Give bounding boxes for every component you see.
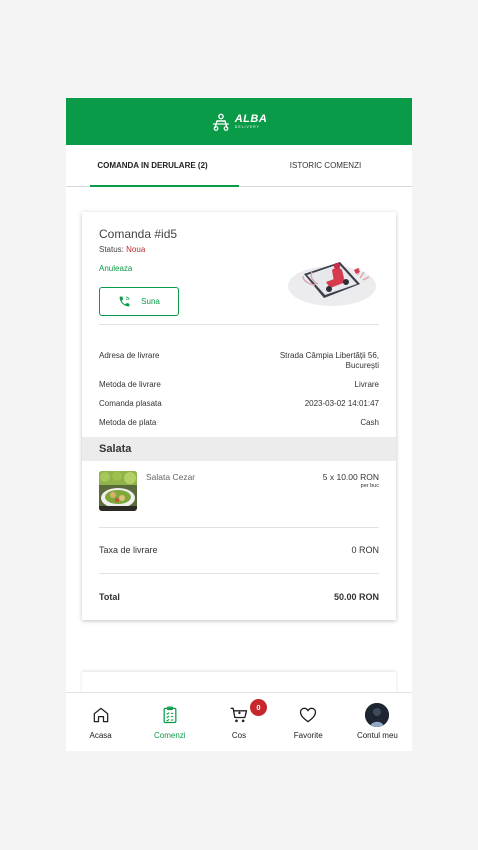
app-screen: ALBA DELIVERY COMANDA IN DERULARE (2) IS…	[66, 98, 412, 751]
product-unit: per buc	[360, 483, 379, 489]
total-label: Total	[99, 592, 120, 602]
order-placed-row: Comanda plasata 2023-03-02 14:01:47	[99, 399, 379, 408]
order-card: Comanda #id5 Status: Noua Anuleaza Suna	[82, 212, 396, 620]
divider	[99, 527, 379, 528]
nav-orders[interactable]: Comenzi	[135, 693, 204, 751]
delivery-address-line2: București	[345, 361, 379, 370]
home-icon	[93, 707, 108, 723]
order-title: Comanda #id5	[99, 227, 178, 241]
total-value: 50.00 RON	[333, 592, 379, 602]
nav-account[interactable]: Contul meu	[343, 693, 412, 751]
brand-logo: ALBA DELIVERY	[211, 113, 268, 131]
order-placed-value: 2023-03-02 14:01:47	[304, 399, 379, 408]
tab-current-orders[interactable]: COMANDA IN DERULARE (2)	[66, 145, 239, 187]
call-button-label: Suna	[141, 297, 160, 306]
delivery-scooter-illustration	[288, 262, 376, 306]
delivery-address-label: Adresa de livrare	[99, 351, 160, 360]
call-button[interactable]: Suna	[99, 287, 179, 316]
divider	[99, 324, 379, 325]
user-avatar-icon	[365, 703, 390, 727]
heart-icon	[300, 707, 317, 723]
delivery-fee-row: Taxa de livrare 0 RON	[99, 545, 379, 555]
salad-image-icon	[99, 471, 137, 511]
delivery-fee-value: 0 RON	[351, 545, 379, 555]
phone-icon	[119, 296, 130, 307]
brand-subtitle: DELIVERY	[234, 124, 260, 129]
product-name: Salata Cezar	[146, 472, 196, 482]
nav-cart-label: Cos	[231, 731, 247, 740]
scooter-logo-icon	[212, 113, 229, 131]
order-placed-label: Comanda plasata	[99, 399, 162, 408]
category-header: Salata	[82, 437, 396, 461]
delivery-fee-label: Taxa de livrare	[99, 545, 158, 555]
status-value: Noua	[126, 245, 146, 254]
payment-method-value: Cash	[360, 418, 379, 427]
nav-account-label: Contul meu	[356, 731, 398, 740]
delivery-address-line1: Strada Câmpia Libertății 56,	[279, 351, 379, 360]
bottom-navigation: Acasa Comenzi 0 Cos Favorite Contul meu	[66, 692, 412, 751]
delivery-address-row: Adresa de livrare Strada Câmpia Libertăț…	[99, 351, 379, 371]
tab-order-history[interactable]: ISTORIC COMENZI	[239, 145, 412, 186]
divider	[99, 573, 379, 574]
status-label: Status:	[99, 245, 124, 254]
product-image	[99, 471, 137, 511]
payment-method-row: Metoda de plata Cash	[99, 418, 379, 427]
delivery-method-value: Livrare	[354, 380, 379, 389]
nav-cart[interactable]: 0 Cos	[204, 693, 273, 751]
nav-orders-label: Comenzi	[154, 731, 186, 740]
cart-count-badge: 0	[250, 699, 267, 716]
total-row: Total 50.00 RON	[99, 592, 379, 602]
brand-name: ALBA	[234, 112, 268, 125]
order-tabs: COMANDA IN DERULARE (2) ISTORIC COMENZI	[66, 145, 412, 187]
nav-favorites[interactable]: Favorite	[274, 693, 343, 751]
delivery-method-label: Metoda de livrare	[99, 380, 161, 389]
payment-method-label: Metoda de plata	[99, 418, 157, 427]
cart-icon	[230, 707, 248, 723]
order-status: Status: Noua	[99, 245, 145, 254]
delivery-method-row: Metoda de livrare Livrare	[99, 380, 379, 389]
product-quantity-price: 5 x 10.00 RON	[322, 472, 379, 482]
nav-home[interactable]: Acasa	[66, 693, 135, 751]
avatar	[365, 703, 390, 727]
nav-favorites-label: Favorite	[293, 731, 323, 740]
app-header: ALBA DELIVERY	[66, 98, 412, 145]
nav-home-label: Acasa	[89, 731, 112, 740]
clipboard-list-icon	[163, 706, 177, 724]
cancel-order-link[interactable]: Anuleaza	[99, 264, 132, 273]
